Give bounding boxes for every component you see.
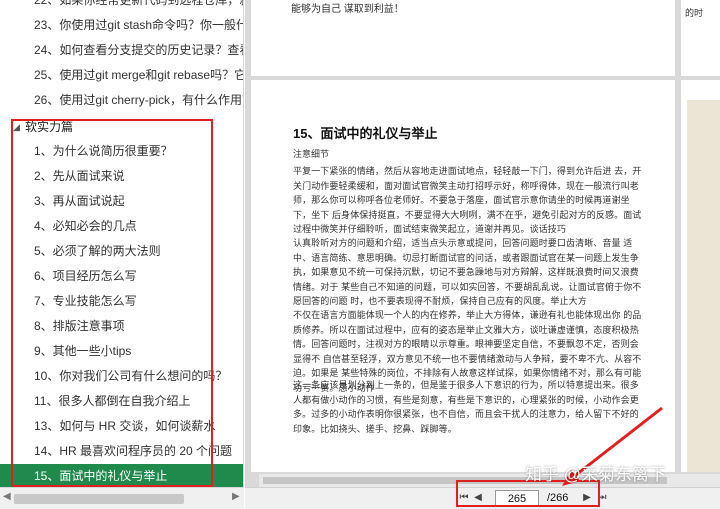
toc-item-label: 7、专业技能怎么写 bbox=[34, 294, 137, 308]
toc-item[interactable]: 22、如果你经常更新代码到远程仓库，就合... bbox=[0, 0, 243, 13]
toc-item-label: 4、必知必会的几点 bbox=[34, 219, 137, 233]
toc-item-label: 22、如果你经常更新代码到远程仓库，就合... bbox=[34, 0, 243, 7]
toc-item-label: 23、你使用过git stash命令吗？你一般什么... bbox=[34, 18, 243, 32]
page-decoration bbox=[687, 100, 720, 472]
prev-page-icon[interactable]: ◀ bbox=[471, 491, 485, 505]
toc-item[interactable]: 7、专业技能怎么写 bbox=[0, 289, 243, 314]
toc-item-label: 9、其他一些小tips bbox=[34, 344, 132, 358]
toc-section-soft-skills[interactable]: ◢ 软实力篇 bbox=[0, 117, 243, 137]
paragraph: 这一条应该是划分到上一条的，但是鉴于很多人下意识的行为，所以特意提出来。很多人都… bbox=[293, 380, 639, 434]
toc-item[interactable]: 10、你对我们公司有什么想问的吗？ bbox=[0, 364, 243, 389]
toc-item[interactable]: 1、为什么说简历很重要？ bbox=[0, 139, 243, 164]
toc-item[interactable]: 4、必知必会的几点 bbox=[0, 214, 243, 239]
toc-item-label: 15、面试中的礼仪与举止 bbox=[34, 469, 168, 483]
toc-item-label: 11、很多人都倒在自我介绍上 bbox=[34, 394, 191, 408]
next-page-icon[interactable]: ▶ bbox=[580, 491, 594, 505]
page-subheading: 注意细节 bbox=[293, 149, 330, 159]
toc-item[interactable]: 6、项目经历怎么写 bbox=[0, 264, 243, 289]
page-total: /266 bbox=[547, 492, 569, 504]
scroll-left-icon[interactable]: ◀ bbox=[3, 491, 11, 502]
toc-item-label: 6、项目经历怎么写 bbox=[34, 269, 137, 283]
toc-item[interactable]: 26、使用过git cherry-pick，有什么作用？ bbox=[0, 88, 244, 113]
section-title: 软实力篇 bbox=[25, 120, 74, 134]
page-text: 的时 bbox=[685, 8, 704, 18]
toc-sidebar: 22、如果你经常更新代码到远程仓库，就合... 23、你使用过git stash… bbox=[0, 0, 244, 487]
adjacent-page bbox=[681, 80, 720, 472]
toc-item-label: 1、为什么说简历很重要？ bbox=[34, 144, 173, 158]
paragraph: 认真聆听对方的问题和介绍，适当点头示意或提问，回答问题时要口齿清晰、音量 适中、… bbox=[293, 238, 642, 306]
page-navigation-bar: ⏮ ◀ /266 ▶ ⏭ bbox=[245, 487, 720, 509]
watermark: 知乎 @采菊东篱下 bbox=[525, 465, 666, 484]
page-heading: 15、面试中的礼仪与举止 bbox=[293, 126, 438, 141]
toc-item-label: 14、HR 最喜欢问程序员的 20 个问题 bbox=[34, 444, 233, 458]
toc-item[interactable]: 3、再从面试说起 bbox=[0, 189, 243, 214]
scroll-right-icon[interactable]: ▶ bbox=[232, 491, 240, 502]
page-number-input[interactable] bbox=[495, 490, 539, 507]
previous-page: 能够为自己 谋取到利益！ bbox=[251, 0, 675, 76]
sidebar-scrollbar[interactable]: ◀ ▶ bbox=[0, 487, 244, 509]
toc-item-label: 5、必须了解的两大法则 bbox=[34, 244, 161, 258]
first-page-icon[interactable]: ⏮ bbox=[457, 491, 471, 505]
toc-item[interactable]: 23、你使用过git stash命令吗？你一般什么... bbox=[0, 13, 243, 38]
page-text: 能够为自己 谋取到利益！ bbox=[291, 4, 404, 15]
toc-item[interactable]: 24、如何查看分支提交的历史记录？查看某... bbox=[0, 38, 243, 63]
toc-item-label: 10、你对我们公司有什么想问的吗？ bbox=[34, 369, 228, 383]
toc-item-label: 25、使用过git merge和git rebase吗？它... bbox=[34, 68, 244, 82]
toc-item-label: 3、再从面试说起 bbox=[34, 194, 125, 208]
toc-item-label: 13、如何与 HR 交谈，如何谈薪水 bbox=[34, 419, 216, 433]
document-viewer: 能够为自己 谋取到利益！ 的时 15、面试中的礼仪与举止 注意细节 平复一下紧张… bbox=[245, 0, 720, 487]
paragraph: 平复一下紧张的情绪，然后从容地走进面试地点，轻轻敲一下门，得到允许后进 去，开关… bbox=[293, 166, 642, 234]
scrollbar-thumb[interactable] bbox=[14, 494, 184, 504]
toc-item-label: 24、如何查看分支提交的历史记录？查看某... bbox=[34, 43, 243, 57]
toc-item-label: 2、先从面试来说 bbox=[34, 169, 125, 183]
toc-item[interactable]: 25、使用过git merge和git rebase吗？它... bbox=[0, 63, 244, 88]
toc-item[interactable]: 9、其他一些小tips bbox=[0, 339, 243, 364]
toc-item[interactable]: 14、HR 最喜欢问程序员的 20 个问题 bbox=[0, 439, 243, 464]
toc-item[interactable]: 13、如何与 HR 交谈，如何谈薪水 bbox=[0, 414, 243, 439]
toc-item-label: 8、排版注意事项 bbox=[34, 319, 125, 333]
toc-item-label: 26、使用过git cherry-pick，有什么作用？ bbox=[34, 93, 244, 107]
toc-item[interactable]: 2、先从面试来说 bbox=[0, 164, 243, 189]
last-page-icon[interactable]: ⏭ bbox=[595, 491, 609, 505]
toc-item[interactable]: 8、排版注意事项 bbox=[0, 314, 243, 339]
toc-item[interactable]: 11、很多人都倒在自我介绍上 bbox=[0, 389, 243, 414]
current-page: 15、面试中的礼仪与举止 注意细节 平复一下紧张的情绪，然后从容地走进面试地点，… bbox=[251, 80, 675, 472]
adjacent-page: 的时 bbox=[681, 0, 720, 76]
collapse-arrow-icon[interactable]: ◢ bbox=[13, 117, 20, 137]
toc-item-active[interactable]: 15、面试中的礼仪与举止 bbox=[0, 464, 243, 487]
toc-item[interactable]: 5、必须了解的两大法则 bbox=[0, 239, 243, 264]
